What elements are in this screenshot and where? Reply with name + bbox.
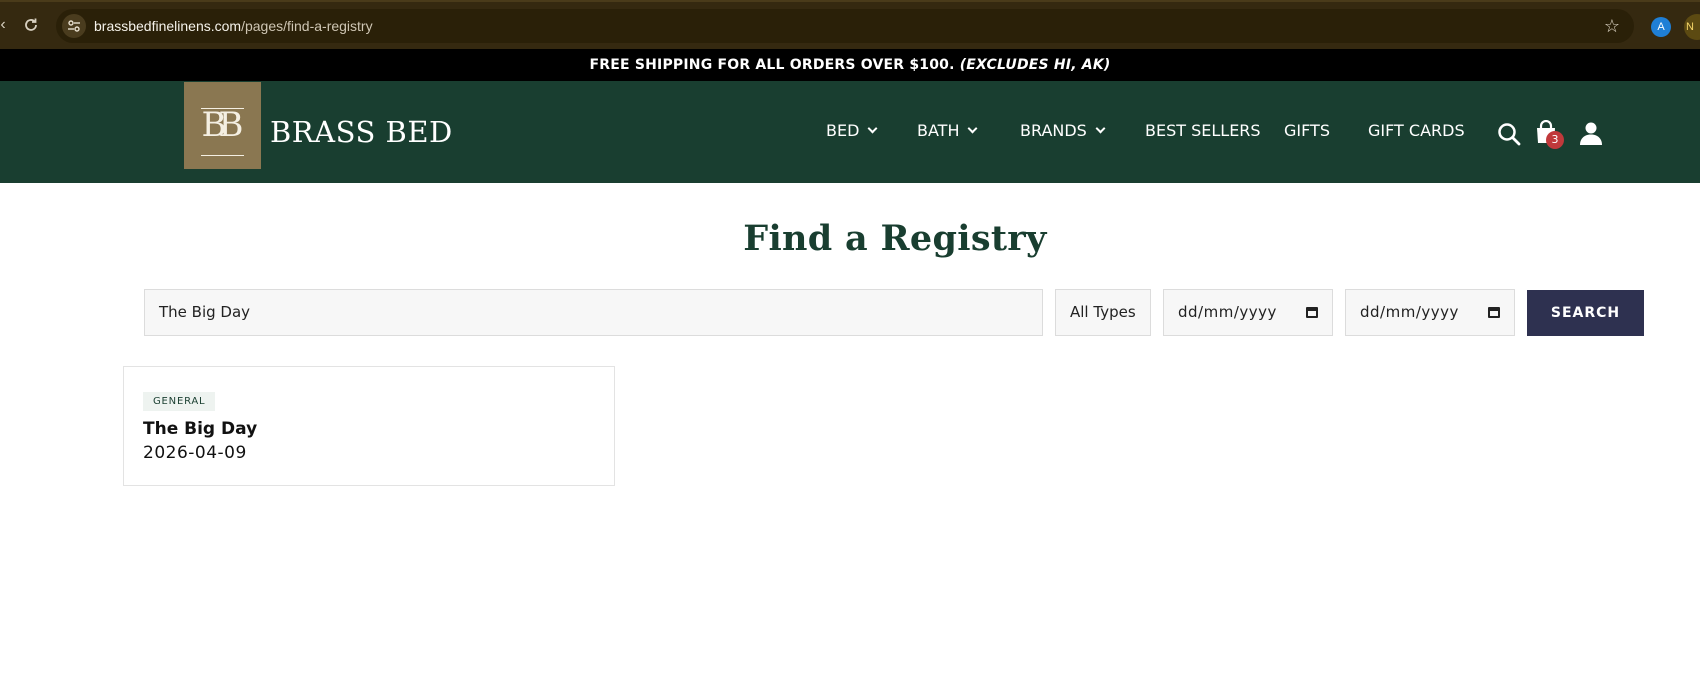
nav-label: BEST SELLERS (1145, 121, 1261, 140)
nav-item-bath[interactable]: BATH (917, 121, 978, 140)
address-bar[interactable]: brassbedfinelinens.com/pages/find-a-regi… (56, 9, 1634, 43)
search-icon[interactable] (1497, 122, 1521, 151)
nav-item-best-sellers[interactable]: BEST SELLERS (1145, 121, 1261, 140)
profile-avatar-secondary[interactable]: N (1684, 14, 1700, 40)
registry-type-badge: GENERAL (143, 392, 216, 411)
nav-label: BATH (917, 121, 960, 140)
calendar-icon[interactable] (1488, 307, 1500, 318)
nav-item-gifts[interactable]: GIFTS (1284, 121, 1330, 140)
url-text[interactable]: brassbedfinelinens.com/pages/find-a-regi… (94, 18, 373, 34)
registry-date: 2026-04-09 (143, 443, 247, 463)
nav-label: GIFT CARDS (1368, 121, 1465, 140)
logo-wordmark[interactable]: BRASS BED (270, 115, 453, 149)
nav-item-bed[interactable]: BED (826, 121, 878, 140)
date-from-placeholder: dd/mm/yyyy (1178, 303, 1277, 321)
search-button[interactable]: SEARCH (1527, 290, 1644, 336)
chevron-down-icon (867, 123, 878, 134)
logo-monogram-text: BB (201, 105, 244, 145)
url-path: /pages/find-a-registry (241, 18, 373, 34)
site-info-icon[interactable] (62, 14, 86, 38)
announcement-bar: FREE SHIPPING FOR ALL ORDERS OVER $100. … (0, 49, 1700, 81)
registry-result-card[interactable]: GENERAL The Big Day 2026-04-09 (123, 366, 615, 486)
chevron-down-icon (1095, 123, 1106, 134)
reload-icon[interactable] (20, 14, 42, 36)
registry-type-select[interactable]: All Types (1055, 289, 1151, 336)
chevron-down-icon (968, 123, 978, 134)
bookmark-star-icon[interactable]: ☆ (1604, 15, 1620, 37)
site-header: BB BRASS BED BED BATH BRANDS BEST SELLER… (0, 81, 1700, 183)
registry-search-input[interactable]: The Big Day (144, 289, 1043, 336)
date-to-placeholder: dd/mm/yyyy (1360, 303, 1459, 321)
date-from-field[interactable]: dd/mm/yyyy (1163, 289, 1333, 336)
announcement-note: (EXCLUDES HI, AK) (959, 57, 1111, 73)
nav-label: BRANDS (1020, 121, 1087, 140)
nav-item-gift-cards[interactable]: GIFT CARDS (1368, 121, 1465, 140)
nav-label: GIFTS (1284, 121, 1330, 140)
page-title: Find a Registry (743, 218, 1047, 259)
announcement-text: FREE SHIPPING FOR ALL ORDERS OVER $100. (589, 57, 960, 73)
nav-label: BED (826, 121, 860, 140)
profile-avatar[interactable]: A (1651, 17, 1671, 37)
browser-toolbar: ‹ brassbedfinelinens.com/pages/find-a-re… (0, 0, 1700, 49)
registry-name[interactable]: The Big Day (143, 419, 257, 439)
url-domain: brassbedfinelinens.com (94, 18, 242, 34)
account-icon[interactable] (1579, 121, 1603, 150)
cart-count-badge: 3 (1546, 131, 1564, 149)
calendar-icon[interactable] (1306, 307, 1318, 318)
logo-monogram[interactable]: BB (184, 82, 261, 169)
logo-rule-bottom (201, 155, 244, 156)
nav-item-brands[interactable]: BRANDS (1020, 121, 1106, 140)
back-icon[interactable]: ‹ (0, 14, 14, 36)
cart-icon[interactable]: 3 (1535, 119, 1564, 149)
date-to-field[interactable]: dd/mm/yyyy (1345, 289, 1515, 336)
